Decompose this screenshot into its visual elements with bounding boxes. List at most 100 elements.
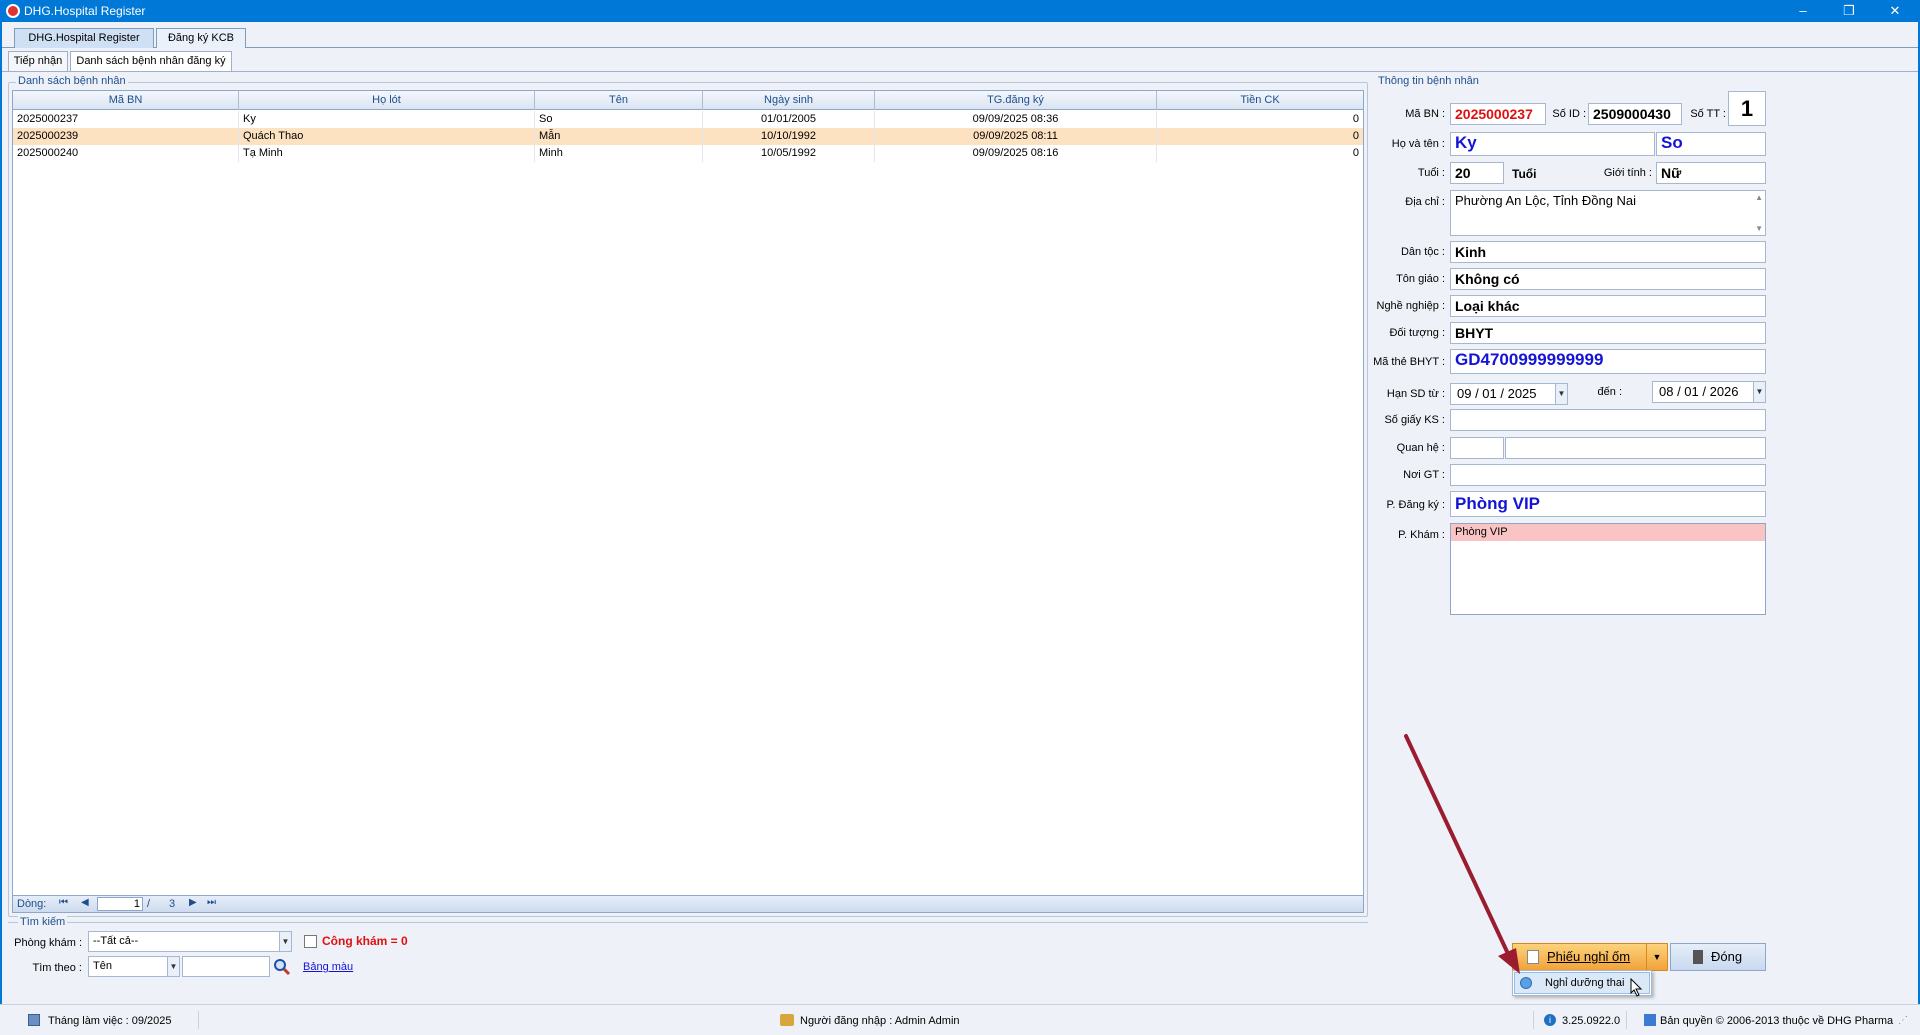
info-icon: i (1544, 1014, 1556, 1026)
logged-in-user: Người đăng nhập : Admin Admin (800, 1015, 960, 1027)
color-table-link[interactable]: Bảng màu (303, 961, 353, 973)
sick-leave-dropdown-icon[interactable]: ▼ (1646, 943, 1668, 971)
age-field[interactable]: 20 (1450, 162, 1504, 184)
religion-field[interactable]: Không có (1450, 268, 1766, 290)
so-tt-field: 1 (1728, 91, 1766, 126)
tab-tiep-nhan[interactable]: Tiếp nhận (8, 51, 68, 71)
nav-separator: / (147, 898, 151, 910)
grid-header: Mã BN Họ lót Tên Ngày sinh TG.đăng ký Ti… (13, 91, 1363, 110)
valid-from-date[interactable]: 09 / 01 / 2025 ▼ (1450, 383, 1568, 405)
card-field[interactable]: GD4700999999999 (1450, 349, 1766, 374)
object-label: Đối tượng : (1389, 327, 1445, 339)
col-tien-ck[interactable]: Tiền CK (1157, 91, 1363, 110)
cell-ngay-sinh: 10/10/1992 (703, 128, 875, 145)
name-label: Họ và tên : (1391, 138, 1445, 150)
calendar-dropdown-icon[interactable]: ▼ (1753, 382, 1765, 402)
status-divider (198, 1011, 199, 1029)
search-input[interactable] (182, 956, 270, 977)
cell-ngay-sinh: 10/05/1992 (703, 145, 875, 162)
address-label: Địa chỉ : (1405, 196, 1445, 208)
valid-from-label: Hạn SD từ : (1386, 388, 1445, 400)
cell-tg-dang-ky: 09/09/2025 08:36 (875, 111, 1157, 128)
col-ho-lot[interactable]: Họ lót (239, 91, 535, 110)
chevron-down-icon[interactable]: ▼ (279, 932, 291, 951)
tab-danh-sach-benh-nhan[interactable]: Danh sách bệnh nhân đăng ký (70, 51, 232, 71)
resize-grip-icon[interactable]: ⋰ (1898, 1015, 1908, 1026)
scroll-up-icon[interactable]: ▲ (1755, 193, 1763, 202)
search-group-line (8, 922, 1368, 923)
referral-field[interactable] (1450, 464, 1766, 486)
ethnic-field[interactable]: Kinh (1450, 241, 1766, 263)
search-icon[interactable] (272, 956, 292, 977)
cell-tien-ck: 0 (1352, 113, 1359, 125)
tab-dang-ky-kcb[interactable]: Đăng ký KCB (156, 28, 246, 48)
clinic-select[interactable]: --Tất cả-- ▼ (88, 931, 292, 952)
cell-ho-lot: Quách Thao (239, 128, 535, 145)
cell-ma-bn: 2025000237 (13, 111, 239, 128)
close-window-button[interactable]: ✕ (1872, 0, 1918, 22)
calendar-icon (28, 1014, 40, 1026)
col-ten[interactable]: Tên (535, 91, 703, 110)
card-label: Mã thẻ BHYT : (1373, 356, 1445, 368)
cong-kham-checkbox[interactable] (304, 935, 317, 948)
cong-kham-label: Công khám = 0 (322, 934, 408, 948)
religion-label: Tôn giáo : (1396, 273, 1445, 285)
age-label: Tuổi : (1417, 167, 1445, 179)
cell-ten: Mẫn (535, 128, 703, 145)
next-record-icon[interactable]: ▶ (189, 897, 197, 908)
valid-to-label: đến : (1597, 386, 1622, 398)
col-ngay-sinh[interactable]: Ngày sinh (703, 91, 875, 110)
ten-field[interactable]: So (1656, 132, 1766, 156)
patient-list-label: Danh sách bệnh nhân (16, 75, 128, 87)
search-by-select[interactable]: Tên ▼ (88, 956, 180, 977)
relation-code-field[interactable] (1450, 437, 1504, 459)
main-tab-strip (2, 28, 1918, 48)
valid-to-date[interactable]: 08 / 01 / 2026 ▼ (1652, 381, 1766, 403)
col-ma-bn[interactable]: Mã BN (13, 91, 239, 110)
status-divider (1626, 1011, 1627, 1029)
so-tt-label: Số TT : (1690, 108, 1726, 120)
cell-ho-lot: Ky (239, 111, 535, 128)
reg-room-field[interactable]: Phòng VIP (1450, 491, 1766, 517)
minimize-button[interactable]: – (1780, 0, 1826, 22)
clinic-select-value: --Tất cả-- (93, 935, 139, 947)
record-number-input[interactable]: 1 (97, 897, 143, 911)
col-tg-dang-ky[interactable]: TG.đăng ký (875, 91, 1157, 110)
close-form-button[interactable]: Đóng (1670, 943, 1766, 971)
title-bar: DHG.Hospital Register – ❐ ✕ (0, 0, 1920, 22)
cell-ho-lot: Tạ Minh (239, 145, 535, 162)
chevron-down-icon[interactable]: ▼ (167, 957, 179, 976)
calendar-dropdown-icon[interactable]: ▼ (1555, 384, 1567, 404)
table-row[interactable]: 2025000237 Ky So 01/01/2005 09/09/2025 0… (13, 111, 1363, 128)
gender-field[interactable]: Nữ (1656, 162, 1766, 184)
sub-tab-line (2, 71, 1918, 72)
job-field[interactable]: Loại khác (1450, 295, 1766, 317)
cell-ngay-sinh: 01/01/2005 (703, 111, 875, 128)
exam-room-list[interactable]: Phòng VIP (1450, 523, 1766, 615)
tab-hospital-register[interactable]: DHG.Hospital Register (14, 28, 154, 48)
last-record-icon[interactable]: ⏭ (207, 897, 216, 908)
first-record-icon[interactable]: ⏮ (59, 897, 68, 908)
table-row-selected[interactable]: 2025000239 Quách Thao Mẫn 10/10/1992 09/… (13, 128, 1363, 145)
sick-leave-button[interactable]: Phiếu nghỉ ốm (1512, 943, 1668, 971)
scroll-down-icon[interactable]: ▼ (1755, 224, 1763, 233)
patient-info-label: Thông tin bệnh nhân (1378, 75, 1479, 87)
clinic-label: Phòng khám : (14, 937, 82, 949)
birth-cert-field[interactable] (1450, 409, 1766, 431)
restore-button[interactable]: ❐ (1826, 0, 1872, 22)
table-row[interactable]: 2025000240 Tạ Minh Minh 10/05/1992 09/09… (13, 145, 1363, 162)
object-field[interactable]: BHYT (1450, 322, 1766, 344)
so-id-label: Số ID : (1552, 108, 1586, 120)
list-item[interactable]: Phòng VIP (1451, 524, 1765, 541)
address-text: Phường An Lộc, Tỉnh Đồng Nai (1455, 193, 1637, 208)
address-field[interactable]: Phường An Lộc, Tỉnh Đồng Nai ▲ ▼ (1450, 190, 1766, 236)
grid-navigator: Dòng: ⏮ ◀ 1 / 3 ▶ ⏭ (12, 895, 1364, 913)
age-unit: Tuổi (1512, 167, 1537, 181)
job-label: Nghề nghiệp : (1376, 300, 1446, 312)
patient-grid[interactable]: Mã BN Họ lót Tên Ngày sinh TG.đăng ký Ti… (12, 90, 1364, 896)
relation-name-field[interactable] (1505, 437, 1766, 459)
so-id-field[interactable]: 2509000430 (1588, 103, 1682, 125)
ho-lot-field[interactable]: Ky (1450, 132, 1655, 156)
prev-record-icon[interactable]: ◀ (81, 897, 89, 908)
ma-bn-field[interactable]: 2025000237 (1450, 103, 1546, 125)
